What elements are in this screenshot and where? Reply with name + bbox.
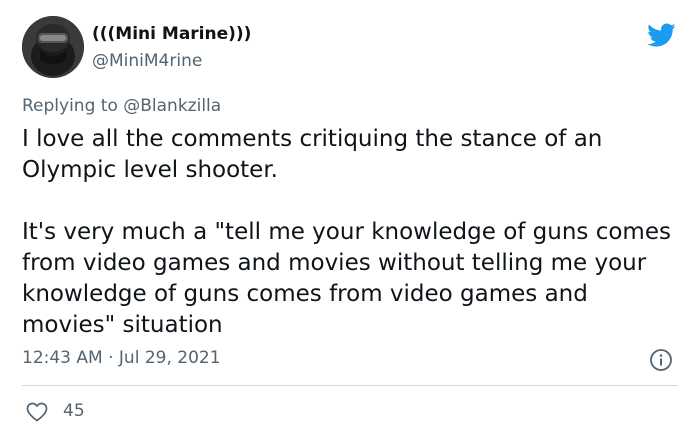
tweet-paragraph: It's very much a "tell me your knowledge… bbox=[22, 219, 671, 338]
author-display-name[interactable]: (((Mini Marine))) bbox=[92, 24, 251, 44]
tweet-card: (((Mini Marine))) @MiniM4rine Replying t… bbox=[0, 0, 700, 442]
reply-context: Replying to @Blankzilla bbox=[22, 96, 221, 116]
info-icon[interactable] bbox=[649, 348, 673, 372]
avatar-image bbox=[22, 16, 84, 78]
like-count: 45 bbox=[63, 401, 85, 421]
heart-icon[interactable] bbox=[24, 400, 50, 424]
author-handle[interactable]: @MiniM4rine bbox=[92, 51, 202, 71]
tweet-text: I love all the comments critiquing the s… bbox=[22, 124, 682, 341]
reply-prefix: Replying to bbox=[22, 96, 118, 116]
tweet-timestamp[interactable]: 12:43 AM · Jul 29, 2021 bbox=[22, 348, 221, 368]
divider bbox=[22, 385, 678, 386]
avatar[interactable] bbox=[22, 16, 84, 78]
reply-mention-link[interactable]: @Blankzilla bbox=[123, 96, 221, 116]
tweet-paragraph: I love all the comments critiquing the s… bbox=[22, 126, 603, 183]
twitter-bird-icon[interactable] bbox=[644, 20, 678, 50]
